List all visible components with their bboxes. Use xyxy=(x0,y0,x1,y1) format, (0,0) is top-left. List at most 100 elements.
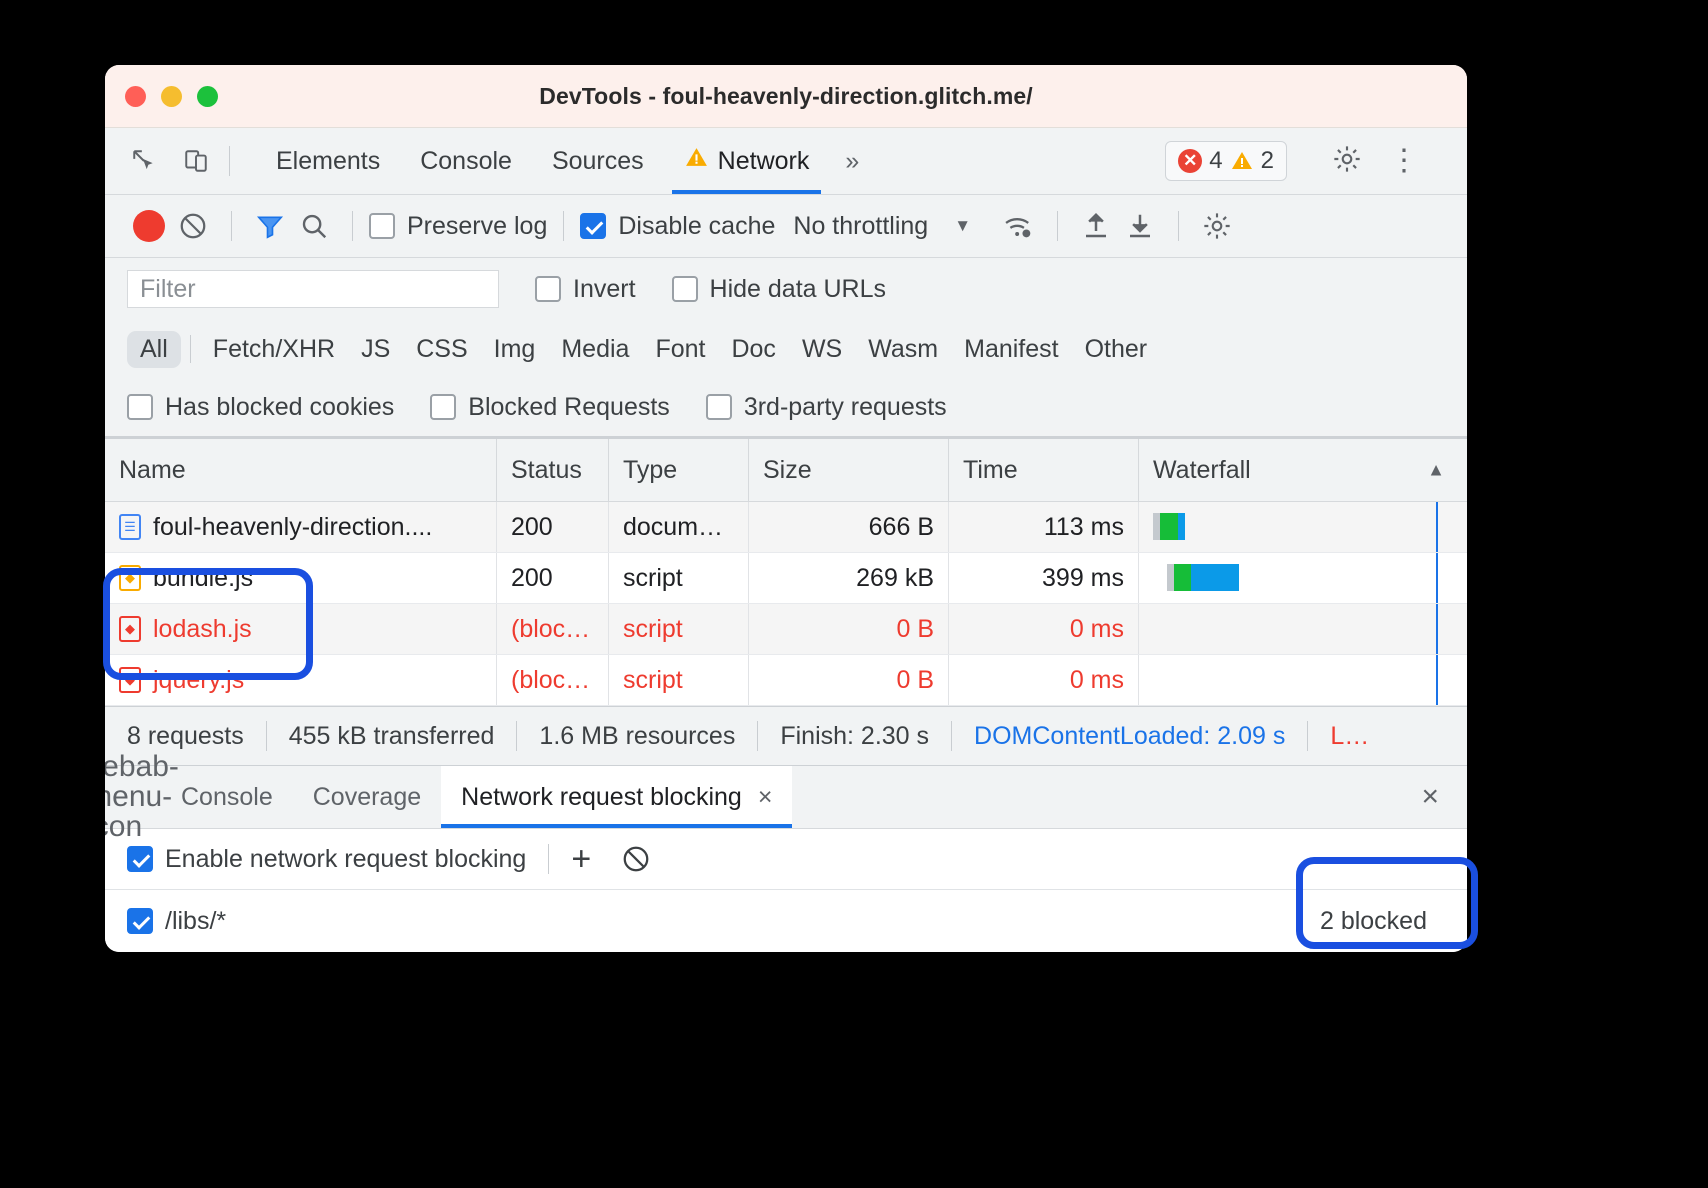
request-size-cell: 0 B xyxy=(749,604,949,654)
script-blocked-icon: ◆ xyxy=(119,667,141,693)
disable-cache-label: Disable cache xyxy=(618,211,776,240)
type-filter-manifest[interactable]: Manifest xyxy=(951,331,1071,368)
minimize-window-button[interactable] xyxy=(161,85,182,107)
add-pattern-icon[interactable]: + xyxy=(571,842,591,876)
column-header-waterfall[interactable]: Waterfall ▲ xyxy=(1139,439,1467,501)
hide-data-urls-checkbox[interactable]: Hide data URLs xyxy=(671,275,886,304)
tab-console[interactable]: Console xyxy=(400,128,532,194)
summary-transferred: 455 kB transferred xyxy=(288,721,495,750)
column-header-status[interactable]: Status xyxy=(497,439,609,501)
has-blocked-cookies-checkbox[interactable]: Has blocked cookies xyxy=(127,393,394,422)
request-type-cell: docum… xyxy=(609,502,749,552)
blocked-requests-checkbox[interactable]: Blocked Requests xyxy=(430,393,670,422)
request-time-cell: 113 ms xyxy=(949,502,1139,552)
filter-input[interactable]: Filter xyxy=(127,270,499,308)
type-filter-media[interactable]: Media xyxy=(548,331,642,368)
toolbar-divider xyxy=(229,146,230,176)
type-filter-all[interactable]: All xyxy=(127,330,181,368)
devtools-window: DevTools - foul-heavenly-direction.glitc… xyxy=(105,65,1467,952)
network-conditions-icon[interactable] xyxy=(997,204,1041,248)
table-row[interactable]: ◆ jquery.js (bloc… script 0 B 0 ms xyxy=(105,655,1467,706)
window-title: DevTools - foul-heavenly-direction.glitc… xyxy=(539,82,1033,109)
network-settings-gear-icon[interactable] xyxy=(1195,204,1239,248)
more-tabs-icon[interactable]: » xyxy=(829,147,875,176)
tab-elements[interactable]: Elements xyxy=(256,128,400,194)
record-button[interactable] xyxy=(127,204,171,248)
column-header-name[interactable]: Name xyxy=(105,439,497,501)
enable-network-request-blocking-checkbox[interactable]: Enable network request blocking xyxy=(127,845,526,874)
drawer-menu-kebab-icon[interactable]: kebab-menu-icon xyxy=(105,752,179,842)
close-tab-icon[interactable]: × xyxy=(758,783,773,812)
checkbox-box xyxy=(369,213,395,239)
blocking-pattern-row[interactable]: /libs/* 2 blocked xyxy=(105,890,1467,952)
drawer-tab-console[interactable]: Console xyxy=(161,766,293,828)
column-header-label: Waterfall xyxy=(1153,455,1251,484)
type-filter-ws[interactable]: WS xyxy=(789,331,855,368)
request-size-cell: 269 kB xyxy=(749,553,949,603)
request-status-cell: 200 xyxy=(497,502,609,552)
drawer-tab-coverage[interactable]: Coverage xyxy=(293,766,441,828)
disable-cache-checkbox[interactable]: Disable cache xyxy=(580,212,775,241)
tab-sources[interactable]: Sources xyxy=(532,128,664,194)
request-name-cell[interactable]: ◆ bundle.js xyxy=(105,553,497,603)
invert-checkbox[interactable]: Invert xyxy=(535,275,636,304)
inspect-element-icon[interactable] xyxy=(127,144,161,178)
table-row[interactable]: ◆ bundle.js 200 script 269 kB 399 ms xyxy=(105,553,1467,604)
pattern-enabled-checkbox[interactable]: /libs/* xyxy=(127,907,226,936)
sort-ascending-icon[interactable]: ▲ xyxy=(1427,460,1445,481)
clear-button[interactable] xyxy=(171,204,215,248)
request-name-cell[interactable]: ◆ jquery.js xyxy=(105,655,497,705)
issues-badge[interactable]: ✕ 4 2 xyxy=(1165,141,1287,181)
request-name: foul-heavenly-direction.... xyxy=(153,512,433,541)
request-type-cell: script xyxy=(609,655,749,705)
request-name-cell[interactable]: ◆ lodash.js xyxy=(105,604,497,654)
type-filter-css[interactable]: CSS xyxy=(403,331,480,368)
column-header-type[interactable]: Type xyxy=(609,439,749,501)
close-drawer-icon[interactable]: × xyxy=(1421,780,1439,814)
column-header-time[interactable]: Time xyxy=(949,439,1139,501)
settings-gear-icon[interactable] xyxy=(1331,143,1363,180)
type-filter-doc[interactable]: Doc xyxy=(718,331,788,368)
tab-network[interactable]: Network xyxy=(664,128,830,194)
toolbar-divider xyxy=(548,844,550,874)
type-filter-js[interactable]: JS xyxy=(348,331,403,368)
main-menu-kebab-icon[interactable]: ⋮ xyxy=(1389,146,1419,176)
checkbox-box xyxy=(127,394,153,420)
close-window-button[interactable] xyxy=(125,85,146,107)
request-waterfall-cell xyxy=(1139,655,1467,705)
chevron-down-icon[interactable]: ▼ xyxy=(954,216,971,236)
maximize-window-button[interactable] xyxy=(197,85,218,107)
device-toolbar-icon[interactable] xyxy=(179,144,213,178)
download-har-icon[interactable] xyxy=(1118,204,1162,248)
preserve-log-checkbox[interactable]: Preserve log xyxy=(369,212,547,241)
request-waterfall-cell xyxy=(1139,553,1467,603)
warning-icon xyxy=(1230,147,1254,175)
type-filter-img[interactable]: Img xyxy=(481,331,549,368)
column-header-size[interactable]: Size xyxy=(749,439,949,501)
pattern-value: /libs/* xyxy=(165,906,227,935)
filter-icon[interactable] xyxy=(248,204,292,248)
type-filter-wasm[interactable]: Wasm xyxy=(855,331,951,368)
type-filter-other[interactable]: Other xyxy=(1072,331,1161,368)
drawer-tab-strip: kebab-menu-icon Console Coverage Network… xyxy=(105,752,1467,842)
drawer-tab-network-request-blocking[interactable]: Network request blocking × xyxy=(441,766,793,828)
pattern-blocked-count: 2 blocked xyxy=(1319,906,1427,935)
table-row[interactable]: ◆ lodash.js (bloc… script 0 B 0 ms xyxy=(105,604,1467,655)
request-name-cell[interactable]: ☰ foul-heavenly-direction.... xyxy=(105,502,497,552)
checkbox-box xyxy=(430,394,457,420)
request-name: jquery.js xyxy=(153,665,245,694)
search-icon[interactable] xyxy=(292,204,336,248)
filter-label: Blocked Requests xyxy=(468,392,670,421)
type-filter-fetch-xhr[interactable]: Fetch/XHR xyxy=(200,331,348,368)
checkbox-box xyxy=(705,394,732,420)
preserve-log-label: Preserve log xyxy=(407,211,548,240)
type-filter-font[interactable]: Font xyxy=(642,331,718,368)
throttling-select[interactable]: No throttling xyxy=(793,212,928,241)
request-table-header: Name Status Type Size Time Waterfall ▲ xyxy=(105,439,1467,502)
request-name: lodash.js xyxy=(153,614,252,643)
third-party-requests-checkbox[interactable]: 3rd-party requests xyxy=(705,393,947,422)
checkbox-box xyxy=(127,908,153,934)
upload-har-icon[interactable] xyxy=(1074,204,1118,248)
table-row[interactable]: ☰ foul-heavenly-direction.... 200 docum…… xyxy=(105,502,1467,553)
remove-all-patterns-icon[interactable] xyxy=(621,844,651,874)
